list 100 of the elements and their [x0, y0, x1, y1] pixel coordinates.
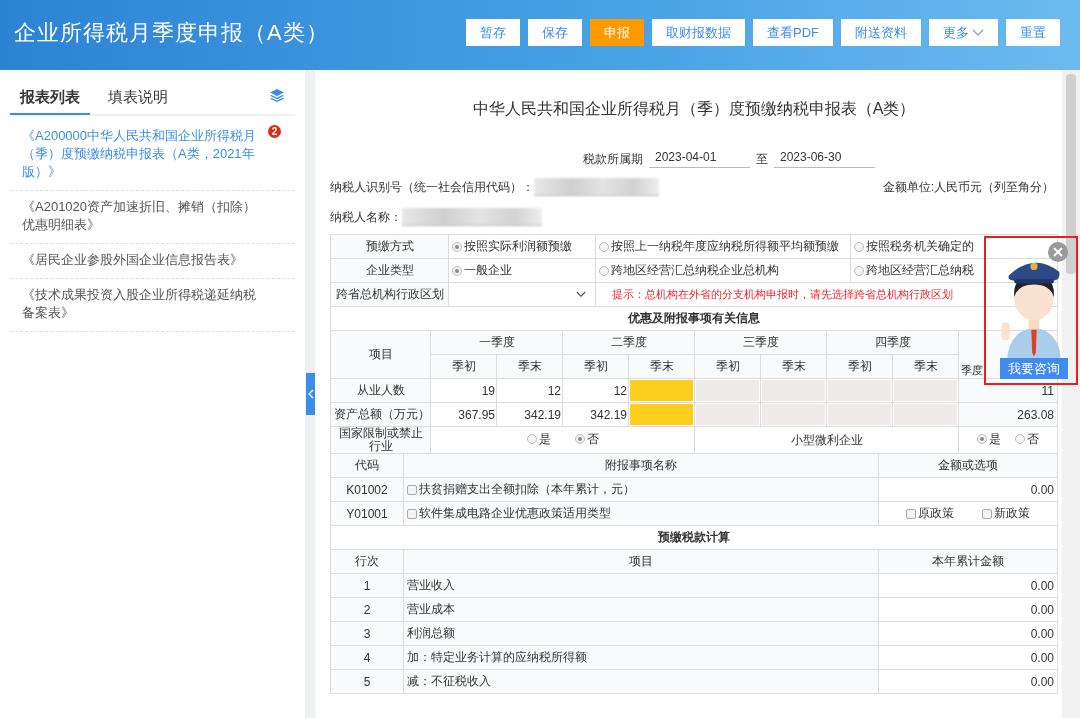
sidebar-tab[interactable]: 填表说明: [98, 71, 178, 115]
disabled-field: [696, 404, 759, 425]
radio-button[interactable]: [977, 434, 987, 445]
toolbar-button[interactable]: 附送资料: [841, 19, 921, 46]
checkbox[interactable]: [407, 484, 417, 495]
radio-button[interactable]: [1015, 434, 1025, 445]
radio-button[interactable]: [854, 265, 864, 276]
option-label: 跨地区经营汇总纳税企业总机构: [611, 262, 779, 279]
field-label: 纳税人名称：: [330, 208, 402, 226]
option-label: 按照上一纳税年度应纳税所得额平均额预缴: [611, 238, 839, 255]
table-cell: 0.00: [878, 597, 1058, 622]
field-label: 税款所属期: [583, 151, 643, 168]
table-cell: 1: [330, 573, 404, 598]
report-link[interactable]: 《A201020资产加速折旧、摊销（扣除）优惠明细表》: [10, 191, 295, 244]
hint-text: 提示：总机构在外省的分支机构申报时，请先选择跨省总机构行政区划: [612, 288, 953, 300]
close-icon[interactable]: [1048, 242, 1068, 262]
disabled-field: [828, 404, 891, 425]
section-heading: 预缴税款计算: [330, 525, 1058, 550]
toolbar-button[interactable]: 暂存: [466, 19, 520, 46]
disabled-field: [894, 404, 957, 425]
toolbar-button[interactable]: 取财报数据: [652, 19, 745, 46]
item-label: 软件集成电路企业优惠政策适用类型: [419, 505, 611, 522]
table-header: 项目: [403, 549, 879, 574]
option-label: 是: [538, 432, 551, 446]
page-title: 企业所得税月季度申报（A类）: [14, 19, 329, 47]
checkbox[interactable]: [982, 508, 992, 519]
table-cell: 跨省总机构行政区划: [330, 282, 449, 307]
table-header: 四季度: [826, 330, 959, 355]
radio-button[interactable]: [452, 265, 462, 276]
field-label: 至: [756, 151, 768, 168]
table-cell: 国家限制或禁止行业: [330, 426, 431, 454]
option-label: 跨地区经营汇总纳税: [866, 262, 974, 279]
date-field[interactable]: 2023-06-30: [774, 150, 875, 168]
option-label: 原政策: [918, 505, 954, 522]
field-label: 纳税人识别号（统一社会信用代码）：: [330, 178, 534, 196]
chevron-down-icon[interactable]: [576, 291, 586, 298]
table-cell: 加：特定业务计算的应纳税所得额: [403, 645, 879, 670]
chevron-left-icon[interactable]: [307, 389, 314, 399]
layers-icon[interactable]: [269, 88, 285, 102]
report-link[interactable]: 《A200000中华人民共和国企业所得税月（季）度预缴纳税申报表（A类，2021年版）》 2: [10, 120, 295, 191]
table-cell: 营业收入: [403, 573, 879, 598]
checkbox[interactable]: [906, 508, 916, 519]
table-header: 三季度: [694, 330, 827, 355]
disabled-field: [696, 380, 759, 401]
table-cell: 0.00: [878, 621, 1058, 646]
table-header: 项目: [330, 330, 431, 379]
table-cell: 利润总额: [403, 621, 879, 646]
toolbar-button[interactable]: 更多: [929, 19, 998, 46]
checkbox[interactable]: [407, 508, 417, 519]
count-badge: 2: [268, 125, 281, 138]
table-cell: 3: [330, 621, 404, 646]
table-cell: 4: [330, 645, 404, 670]
radio-button[interactable]: [526, 434, 537, 445]
highlighted-field[interactable]: [630, 380, 693, 401]
table-cell: 0.00: [878, 669, 1058, 694]
unit-note: 金额单位:人民币元（列至角分）: [882, 178, 1054, 196]
radio-button[interactable]: [854, 241, 864, 252]
table-cell: 263.08: [958, 402, 1058, 427]
option-label: 按照税务机关确定的: [866, 238, 974, 255]
option-label: 否: [1027, 432, 1039, 446]
radio-button[interactable]: [574, 434, 585, 445]
option-label: 按照实际利润额预缴: [464, 238, 572, 255]
toolbar-button[interactable]: 重置: [1006, 19, 1060, 46]
item-label: 扶贫捐赠支出全额扣除（本年累计，元）: [419, 481, 635, 498]
highlighted-field[interactable]: [630, 404, 693, 425]
option-label: 否: [586, 432, 599, 446]
date-field[interactable]: 2023-04-01: [649, 150, 750, 168]
table-cell: 资产总额（万元）: [330, 402, 431, 427]
table-cell: 2: [330, 597, 404, 622]
table-cell: 0.00: [878, 573, 1058, 598]
option-label: 是: [989, 432, 1001, 446]
disabled-field: [762, 380, 825, 401]
toolbar-button[interactable]: 保存: [528, 19, 582, 46]
table-header: 代码: [330, 453, 404, 478]
table-cell: K01002: [330, 477, 404, 502]
scrollbar[interactable]: [1062, 70, 1080, 718]
report-link[interactable]: 《技术成果投资入股企业所得税递延纳税备案表》: [10, 279, 295, 332]
radio-button[interactable]: [599, 265, 609, 276]
table-cell: Y01001: [330, 501, 404, 526]
form-title: 中华人民共和国企业所得税月（季）度预缴纳税申报表（A类）: [471, 99, 917, 119]
table-header: 行次: [330, 549, 404, 574]
table-cell: 5: [330, 669, 404, 694]
table-cell: 0.00: [878, 645, 1058, 670]
disabled-field: [828, 380, 891, 401]
table-header: 附报事项名称: [403, 453, 879, 478]
toolbar-button[interactable]: 查看PDF: [753, 19, 833, 46]
table-cell: 营业成本: [403, 597, 879, 622]
radio-button[interactable]: [599, 241, 609, 252]
disabled-field: [894, 380, 957, 401]
table-cell: 预缴方式: [330, 234, 449, 259]
table-header: 金额或选项: [878, 453, 1058, 478]
table-cell: 减：不征税收入: [403, 669, 879, 694]
radio-button[interactable]: [452, 241, 462, 252]
report-link[interactable]: 《居民企业参股外国企业信息报告表》: [10, 244, 295, 279]
option-label: 新政策: [994, 505, 1030, 522]
table-cell: 0.00: [878, 477, 1058, 502]
table-cell: 企业类型: [330, 258, 449, 283]
sidebar-tab[interactable]: 报表列表: [10, 71, 90, 115]
table-header: 一季度: [430, 330, 563, 355]
collapse-button[interactable]: [306, 373, 315, 415]
